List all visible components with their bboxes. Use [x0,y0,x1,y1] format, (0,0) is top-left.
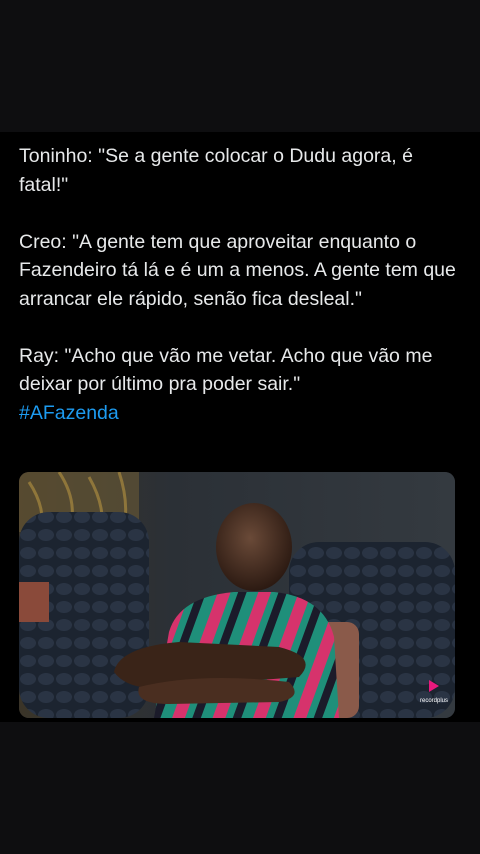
tv-still-image: recordplus [19,472,455,718]
quote-creo: Creo: "A gente tem que aproveitar enquan… [19,230,456,310]
quote-toninho: Toninho: "Se a gente colocar o Dudu agor… [19,145,413,196]
post-text: Toninho: "Se a gente colocar o Dudu agor… [19,142,464,427]
post-media-image[interactable]: recordplus [19,472,455,718]
hashtag-link[interactable]: #AFazenda [19,399,464,428]
watermark-text: recordplus [420,698,448,704]
quote-ray-text: Ray: "Acho que vão me vetar. Acho que vã… [19,344,433,396]
quote-ray: Ray: "Acho que vão me vetar. Acho que vã… [19,342,464,428]
